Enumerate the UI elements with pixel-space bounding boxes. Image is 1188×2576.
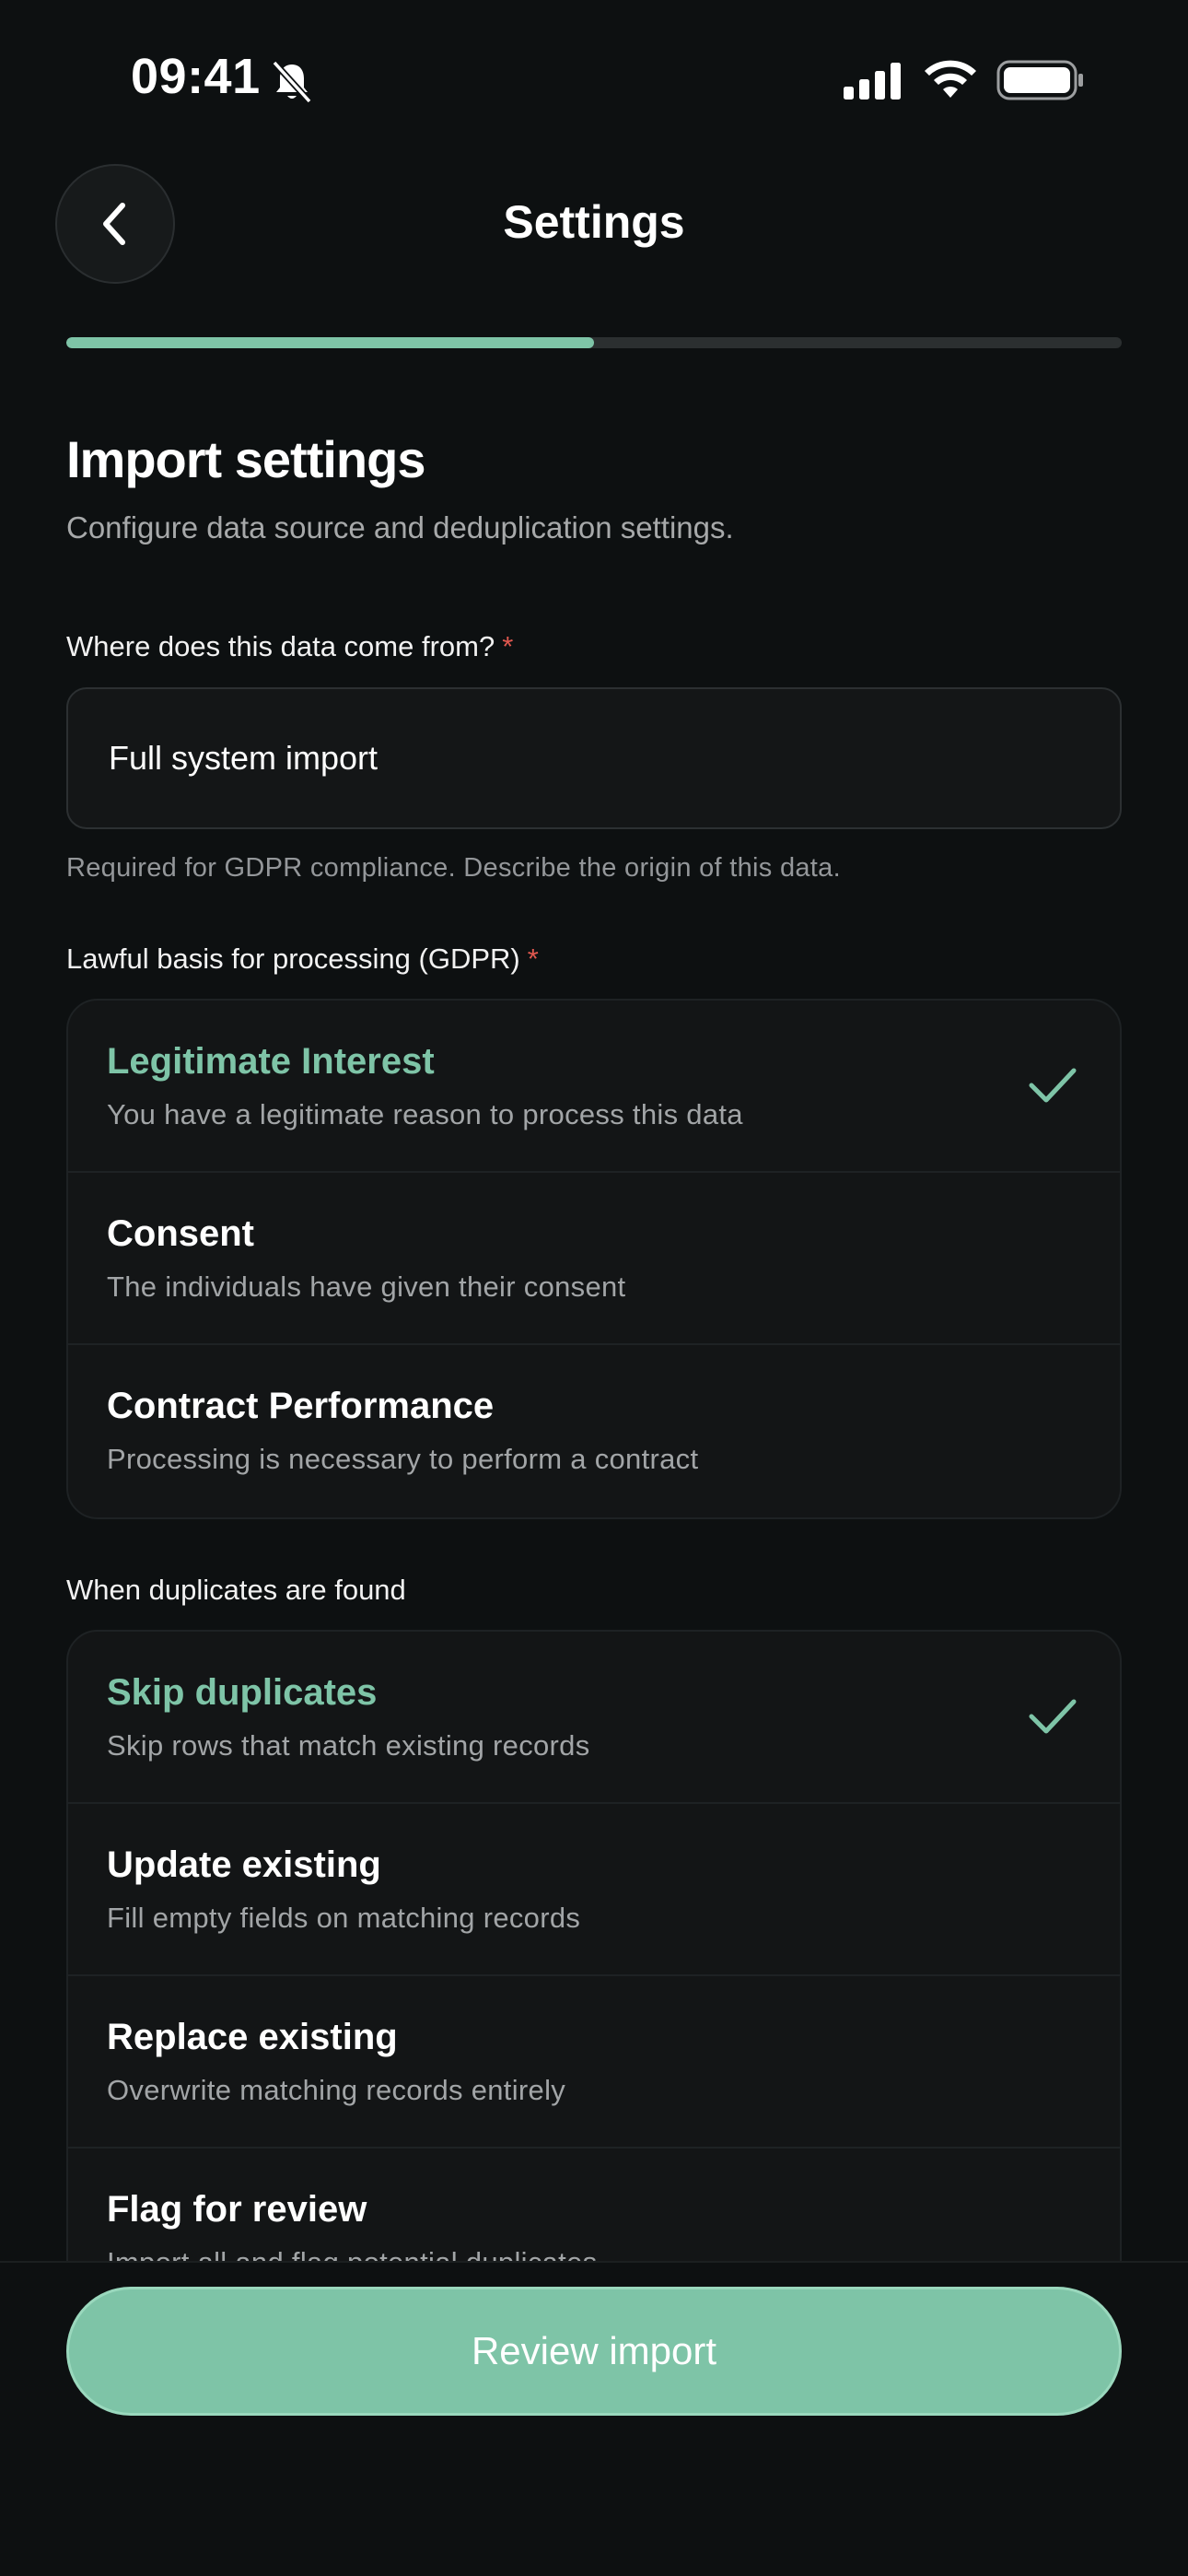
option-description: Fill empty fields on matching records [107, 1902, 581, 1934]
option-title: Consent [107, 1213, 254, 1254]
option-description: The individuals have given their consent [107, 1270, 626, 1303]
status-time: 09:41 [131, 49, 261, 104]
settings-screen: 09:41 Settings Import settings Configure… [0, 0, 1188, 2576]
progress-fill [66, 337, 594, 348]
section-subtitle: Configure data source and deduplication … [66, 510, 734, 544]
option-description: Skip rows that match existing records [107, 1729, 590, 1762]
section-title: Import settings [66, 430, 425, 488]
option-title: Update existing [107, 1844, 381, 1885]
option-title: Replace existing [107, 2017, 398, 2057]
option-legitimate-interest[interactable]: Legitimate Interest You have a legitimat… [68, 1001, 1120, 1173]
option-title: Contract Performance [107, 1386, 495, 1426]
lawful-basis-label: Lawful basis for processing (GDPR) * [66, 943, 539, 976]
option-title: Legitimate Interest [107, 1041, 435, 1082]
signal-icon [844, 63, 901, 100]
option-title: Flag for review [107, 2189, 367, 2230]
progress-bar [66, 337, 1122, 348]
option-contract-performance[interactable]: Contract Performance Processing is neces… [68, 1345, 1120, 1517]
option-replace-existing[interactable]: Replace existing Overwrite matching reco… [68, 1976, 1120, 2149]
required-marker: * [527, 943, 539, 975]
option-consent[interactable]: Consent The individuals have given their… [68, 1173, 1120, 1345]
source-field-label: Where does this data come from? * [66, 630, 513, 663]
page-title: Settings [503, 196, 685, 248]
required-marker: * [502, 630, 514, 662]
option-title: Skip duplicates [107, 1672, 378, 1713]
review-import-button[interactable]: Review import [66, 2287, 1122, 2416]
source-field-label-text: Where does this data come from? [66, 630, 495, 662]
source-helper-text: Required for GDPR compliance. Describe t… [66, 853, 841, 883]
lawful-basis-label-text: Lawful basis for processing (GDPR) [66, 943, 520, 975]
data-source-input[interactable] [66, 687, 1122, 829]
option-description: You have a legitimate reason to process … [107, 1098, 743, 1130]
duplicate-handling-options: Skip duplicates Skip rows that match exi… [66, 1630, 1122, 2323]
bell-slash-icon [272, 60, 312, 104]
checkmark-icon [1029, 1068, 1077, 1103]
option-update-existing[interactable]: Update existing Fill empty fields on mat… [68, 1804, 1120, 1976]
option-description: Overwrite matching records entirely [107, 2074, 566, 2106]
option-description: Processing is necessary to perform a con… [107, 1443, 699, 1475]
lawful-basis-options: Legitimate Interest You have a legitimat… [66, 999, 1122, 1519]
battery-icon [996, 60, 1083, 100]
option-skip-duplicates[interactable]: Skip duplicates Skip rows that match exi… [68, 1632, 1120, 1804]
wifi-icon [925, 60, 976, 98]
status-bar: 09:41 [0, 0, 1188, 157]
duplicates-label: When duplicates are found [66, 1574, 406, 1606]
checkmark-icon [1029, 1699, 1077, 1734]
